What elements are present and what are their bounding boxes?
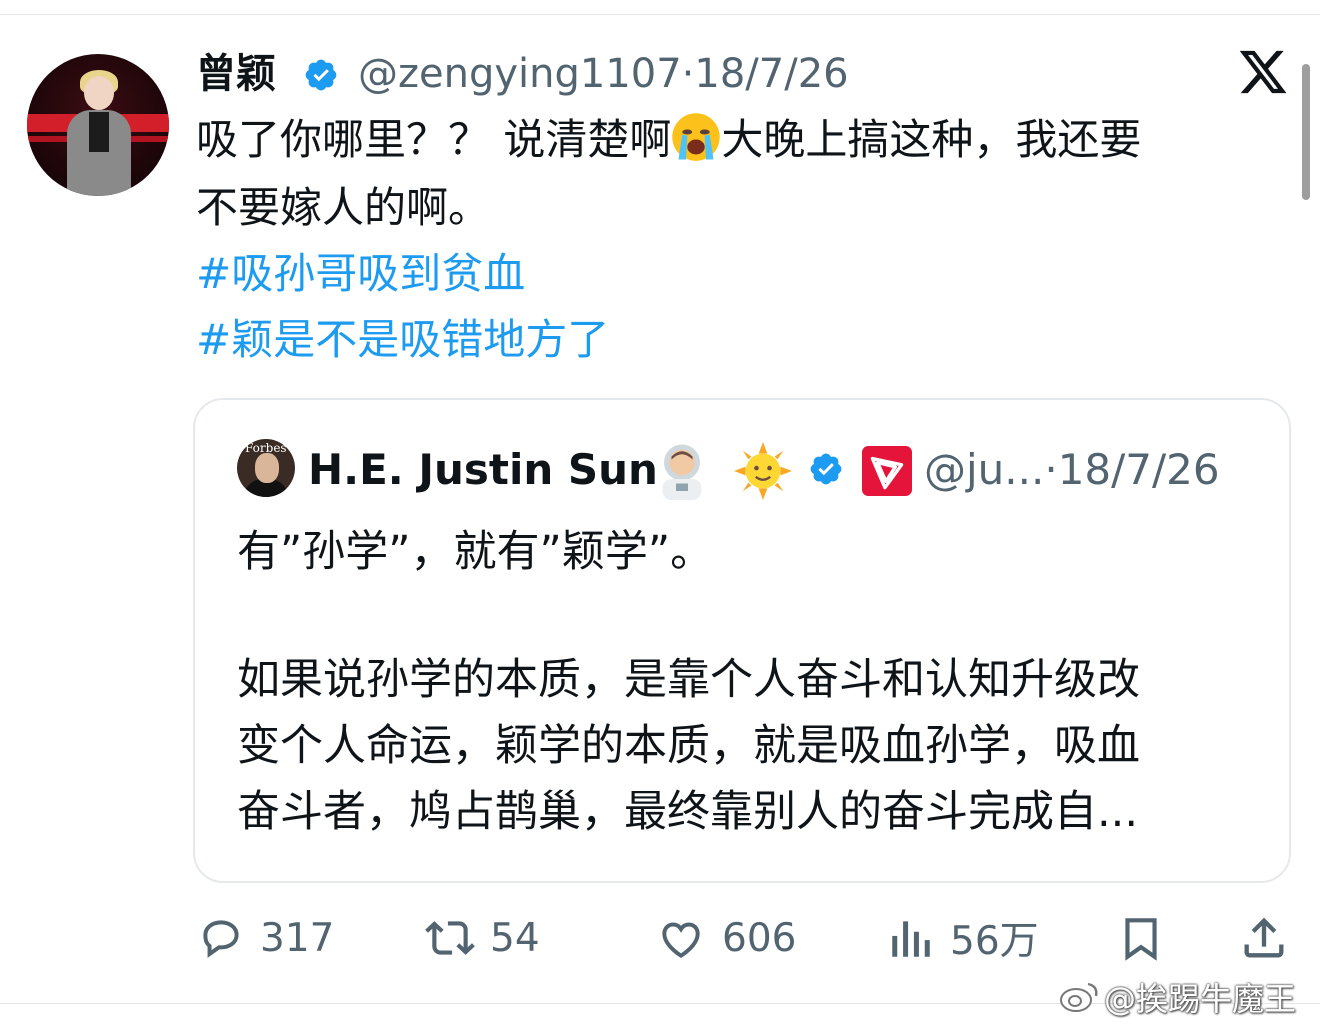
retweet-button[interactable]: 54: [422, 910, 540, 966]
quoted-text-line-3: 变个人命运，颖学的本质，就是吸血孙学，吸血: [237, 721, 1140, 771]
retweet-count: 54: [490, 915, 540, 961]
views-count: 56万: [950, 919, 1039, 964]
retweet-icon: [425, 921, 475, 955]
weibo-logo-icon: [1060, 982, 1098, 1012]
quoted-text-line-4: 奋斗者，鸠占鹊巢，最终靠别人的奋斗完成自...: [237, 787, 1139, 837]
hashtag-link-1[interactable]: #吸孙哥吸到贫血: [196, 246, 525, 302]
heart-icon: [662, 922, 700, 959]
astronaut-emoji: [662, 444, 702, 500]
quoted-author-name[interactable]: H.E. Justin Sun: [308, 444, 658, 496]
author-name[interactable]: 曾颖: [196, 50, 276, 98]
quoted-author-handle-and-date[interactable]: @ju...·18/7/26: [924, 444, 1220, 496]
verified-badge-icon: [810, 453, 842, 485]
bar-chart-icon: [892, 921, 930, 957]
verified-badge-icon: [305, 59, 337, 91]
tweet-text-line-1: 吸了你哪里？？ 说清楚啊 大晚上搞这种，我还要: [196, 112, 1141, 168]
quoted-text-line-2: 如果说孙学的本质，是靠个人奋斗和认知升级改: [237, 655, 1140, 705]
quoted-text-line-1: 有”孙学”，就有”颖学”。: [237, 527, 714, 577]
like-button[interactable]: 606: [654, 910, 796, 966]
scrollbar[interactable]: [1302, 64, 1310, 200]
loudly-crying-face-emoji: [672, 113, 721, 161]
views-button[interactable]: 56万: [886, 910, 1039, 966]
quoted-author-avatar[interactable]: Forbes: [237, 439, 295, 497]
watermark-text: @挨踢牛魔王: [1104, 980, 1297, 1018]
x-logo-icon[interactable]: [1236, 46, 1290, 98]
reply-icon: [203, 920, 239, 958]
reply-button[interactable]: 317: [196, 910, 334, 966]
bookmark-button[interactable]: [1116, 910, 1166, 966]
bookmark-icon: [1125, 918, 1157, 961]
share-icon: [1244, 917, 1284, 958]
author-avatar[interactable]: [27, 54, 169, 196]
share-button[interactable]: [1238, 910, 1290, 966]
reply-count: 317: [260, 915, 335, 961]
tron-logo-icon: [862, 446, 912, 496]
tweet-text-line-2: 不要嫁人的啊。: [196, 183, 491, 232]
author-handle-and-date[interactable]: @zengying1107·18/7/26: [358, 50, 849, 98]
hashtag-link-2[interactable]: #颖是不是吸错地方了: [196, 312, 609, 368]
top-divider: [0, 14, 1320, 15]
like-count: 606: [722, 915, 797, 961]
sun-with-face-emoji: [734, 442, 792, 500]
